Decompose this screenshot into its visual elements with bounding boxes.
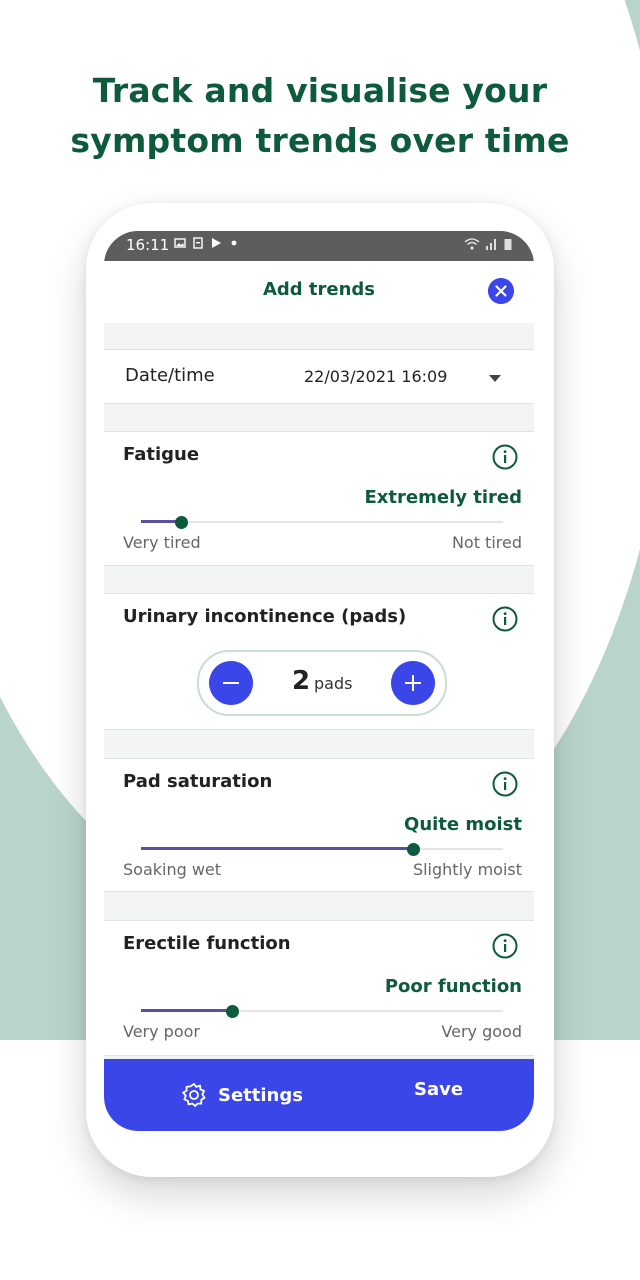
incontinence-title: Urinary incontinence (pads) — [123, 606, 407, 627]
saturation-max-label: Slightly moist — [412, 860, 522, 879]
page-title: Add trends — [262, 279, 376, 300]
info-icon[interactable] — [492, 933, 518, 959]
save-button[interactable]: Save — [414, 1079, 463, 1100]
decrement-button[interactable] — [209, 661, 253, 705]
date-time-label: Date/time — [125, 365, 215, 386]
pad-saturation-card: Pad saturation Quite moist Soaking wet S… — [104, 758, 534, 892]
info-icon[interactable] — [492, 606, 518, 632]
fatigue-slider[interactable] — [141, 516, 503, 529]
saturation-slider[interactable] — [141, 843, 503, 856]
date-time-row[interactable]: Date/time 22/03/2021 16:09 — [104, 349, 534, 404]
settings-label: Settings — [218, 1084, 303, 1106]
phone-screen: 16:11 Add trends Date/time 22/03/2021 16… — [104, 231, 534, 1131]
slider-thumb[interactable] — [174, 516, 188, 529]
saturation-title: Pad saturation — [123, 771, 273, 792]
erectile-title: Erectile function — [123, 933, 291, 954]
slider-fill — [141, 847, 413, 850]
headline: Track and visualise your symptom trends … — [0, 66, 640, 166]
fatigue-min-label: Very tired — [123, 533, 201, 552]
settings-button[interactable]: Settings — [180, 1077, 303, 1113]
bottom-action-bar: Settings Save — [104, 1059, 534, 1131]
fatigue-card: Fatigue Extremely tired Very tired Not t… — [104, 431, 534, 566]
increment-button[interactable] — [391, 661, 435, 705]
screen-header: Add trends — [104, 261, 534, 323]
battery-icon — [504, 239, 512, 250]
dot-icon — [231, 240, 237, 246]
info-icon[interactable] — [492, 444, 518, 470]
slider-track — [141, 521, 503, 523]
close-icon[interactable] — [488, 278, 514, 304]
pads-count: 2 — [292, 666, 311, 696]
saturation-value-label: Quite moist — [404, 814, 522, 835]
pads-stepper: 2 pads — [197, 650, 447, 716]
erectile-slider[interactable] — [141, 1005, 503, 1018]
erectile-min-label: Very poor — [123, 1022, 200, 1041]
caret-down-icon[interactable] — [489, 375, 501, 382]
slider-fill — [141, 1009, 232, 1012]
erectile-value-label: Poor function — [384, 976, 522, 997]
saturation-min-label: Soaking wet — [123, 860, 222, 879]
erectile-max-label: Very good — [441, 1022, 522, 1041]
gear-icon — [181, 1082, 206, 1108]
fatigue-title: Fatigue — [123, 444, 200, 465]
status-bar: 16:11 — [104, 231, 534, 261]
erectile-function-card: Erectile function Poor function Very poo… — [104, 920, 534, 1056]
wifi-icon — [464, 238, 480, 250]
incontinence-card: Urinary incontinence (pads) 2 pads — [104, 593, 534, 730]
gallery-icon — [174, 238, 186, 248]
document-icon — [193, 237, 203, 249]
play-icon — [212, 238, 221, 248]
fatigue-value-label: Extremely tired — [364, 487, 522, 508]
info-icon[interactable] — [492, 771, 518, 797]
headline-line2: symptom trends over time — [70, 121, 570, 160]
slider-thumb[interactable] — [406, 843, 420, 856]
slider-thumb[interactable] — [225, 1005, 239, 1018]
headline-line1: and visualise your — [192, 71, 548, 110]
pads-unit: pads — [314, 674, 353, 693]
date-time-value[interactable]: 22/03/2021 16:09 — [304, 367, 447, 386]
fatigue-max-label: Not tired — [451, 533, 522, 552]
headline-strong: Track — [92, 71, 193, 110]
status-time: 16:11 — [126, 236, 170, 254]
signal-icon — [486, 239, 496, 250]
